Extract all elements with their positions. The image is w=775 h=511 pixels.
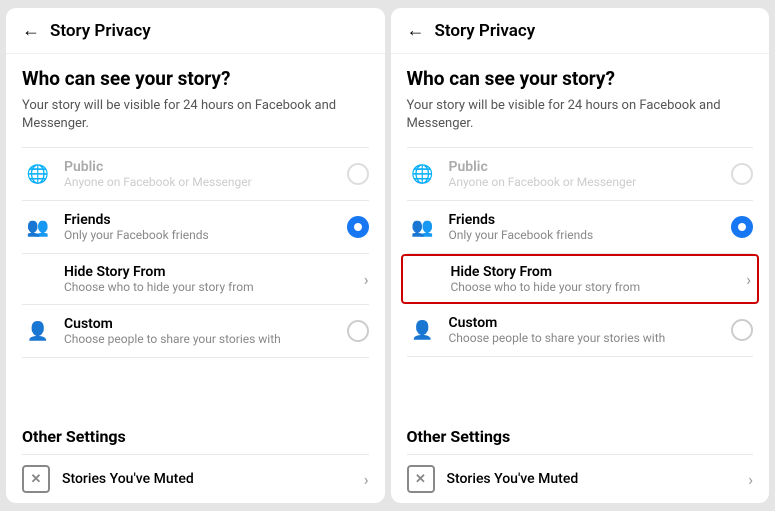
friends-label: Friends (64, 212, 347, 228)
settings-item-muted[interactable]: ✕ Stories You've Muted› (22, 454, 369, 503)
hide-story-from-chevron: › (746, 270, 751, 289)
public-sublabel: Anyone on Facebook or Messenger (64, 175, 347, 189)
option-public[interactable]: 🌐 PublicAnyone on Facebook or Messenger (407, 148, 754, 201)
section-description: Your story will be visible for 24 hours … (22, 97, 369, 133)
custom-radio[interactable] (347, 320, 369, 342)
custom-radio[interactable] (731, 319, 753, 341)
hide-story-from-label: Hide Story From (451, 264, 747, 280)
privacy-options-list: 🌐 PublicAnyone on Facebook or Messenger 👥 F… (407, 147, 754, 357)
panel-left-header: ← Story Privacy (6, 8, 385, 54)
hide-story-from-label: Hide Story From (64, 264, 364, 280)
custom-text: CustomChoose people to share your storie… (449, 315, 732, 345)
hide-story-from-sublabel: Choose who to hide your story from (64, 280, 364, 294)
back-button[interactable]: ← (407, 20, 425, 41)
muted-stories-icon: ✕ (407, 465, 435, 493)
muted-stories-icon: ✕ (22, 465, 50, 493)
public-label: Public (449, 159, 732, 175)
settings-item-muted-chevron: › (748, 470, 753, 489)
privacy-options-list: 🌐 PublicAnyone on Facebook or Messenger 👥 F… (22, 147, 369, 358)
option-custom[interactable]: 👤 CustomChoose people to share your stori… (22, 305, 369, 358)
friends-icon: 👥 (407, 211, 439, 243)
custom-sublabel: Choose people to share your stories with (64, 332, 347, 346)
custom-label: Custom (64, 316, 347, 332)
option-hide-story-from[interactable]: Hide Story FromChoose who to hide your s… (22, 254, 369, 305)
option-friends[interactable]: 👥 FriendsOnly your Facebook friends (407, 201, 754, 254)
hide-story-from-text: Hide Story FromChoose who to hide your s… (64, 264, 364, 294)
settings-item-muted[interactable]: ✕ Stories You've Muted› (407, 454, 754, 503)
section-title: Who can see your story? (407, 68, 754, 91)
app-container: ← Story Privacy Who can see your story? You… (0, 0, 775, 511)
friends-icon: 👥 (22, 211, 54, 243)
section-description: Your story will be visible for 24 hours … (407, 97, 754, 133)
hide-story-from-sublabel: Choose who to hide your story from (451, 280, 747, 294)
custom-icon: 👤 (407, 314, 439, 346)
panel-left-body: Who can see your story? Your story will b… (6, 54, 385, 413)
option-custom[interactable]: 👤 CustomChoose people to share your stori… (407, 304, 754, 357)
custom-label: Custom (449, 315, 732, 331)
custom-icon: 👤 (22, 315, 54, 347)
friends-radio[interactable] (731, 216, 753, 238)
other-settings-title: Other Settings (407, 427, 754, 446)
other-settings-section: Other Settings ✕ Stories You've Muted› (391, 413, 770, 503)
hide-story-from-chevron: › (364, 270, 369, 289)
friends-label: Friends (449, 212, 732, 228)
friends-sublabel: Only your Facebook friends (449, 228, 732, 242)
hide-story-from-text: Hide Story FromChoose who to hide your s… (451, 264, 747, 294)
back-button[interactable]: ← (22, 20, 40, 41)
friends-text: FriendsOnly your Facebook friends (64, 212, 347, 242)
public-sublabel: Anyone on Facebook or Messenger (449, 175, 732, 189)
public-label: Public (64, 159, 347, 175)
friends-radio[interactable] (347, 216, 369, 238)
panel-right-body: Who can see your story? Your story will b… (391, 54, 770, 413)
section-title: Who can see your story? (22, 68, 369, 91)
settings-item-muted-chevron: › (364, 470, 369, 489)
settings-item-muted-label: Stories You've Muted (62, 471, 364, 487)
public-radio[interactable] (347, 163, 369, 185)
panel-right: ← Story Privacy Who can see your story? You… (391, 8, 770, 503)
public-text: PublicAnyone on Facebook or Messenger (449, 159, 732, 189)
custom-sublabel: Choose people to share your stories with (449, 331, 732, 345)
page-title: Story Privacy (50, 21, 151, 41)
public-text: PublicAnyone on Facebook or Messenger (64, 159, 347, 189)
option-hide-story-from[interactable]: Hide Story FromChoose who to hide your s… (401, 254, 760, 304)
public-icon: 🌐 (22, 158, 54, 190)
page-title: Story Privacy (435, 21, 536, 41)
friends-sublabel: Only your Facebook friends (64, 228, 347, 242)
panel-right-header: ← Story Privacy (391, 8, 770, 54)
option-public[interactable]: 🌐 PublicAnyone on Facebook or Messenger (22, 148, 369, 201)
panel-left: ← Story Privacy Who can see your story? You… (6, 8, 385, 503)
other-settings-title: Other Settings (22, 427, 369, 446)
option-friends[interactable]: 👥 FriendsOnly your Facebook friends (22, 201, 369, 254)
public-icon: 🌐 (407, 158, 439, 190)
other-settings-section: Other Settings ✕ Stories You've Muted› (6, 413, 385, 503)
friends-text: FriendsOnly your Facebook friends (449, 212, 732, 242)
public-radio[interactable] (731, 163, 753, 185)
custom-text: CustomChoose people to share your storie… (64, 316, 347, 346)
settings-item-muted-label: Stories You've Muted (447, 471, 749, 487)
